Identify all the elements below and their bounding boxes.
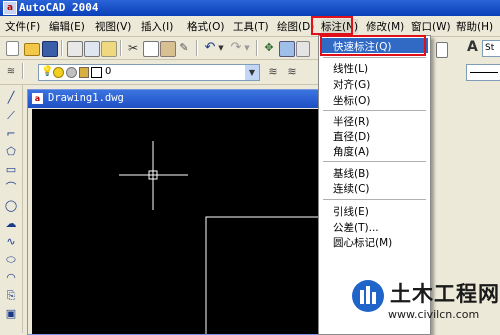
menu-format[interactable]: 格式(O) — [187, 19, 224, 34]
zoom-icon[interactable] — [279, 41, 295, 57]
document-title: Drawing1.dwg — [48, 92, 124, 104]
copy-icon[interactable] — [143, 41, 159, 57]
menu-insert[interactable]: 插入(I) — [141, 19, 173, 34]
canvas-graphics — [119, 141, 329, 334]
menu-separator — [323, 57, 426, 58]
watermark-brand: 土木工程网 — [390, 282, 500, 306]
text-style-icon[interactable]: A — [467, 39, 478, 55]
menu-help[interactable]: 帮助(H) — [456, 19, 493, 34]
menu-item-baseline[interactable]: 基线(B) — [333, 166, 369, 181]
lock-icon — [79, 67, 89, 78]
menu-item-ordinate[interactable]: 坐标(O) — [333, 93, 370, 108]
viewport-freeze-icon — [66, 67, 77, 78]
drawing-window: a Drawing1.dwg — [27, 89, 332, 335]
menu-item-center-mark[interactable]: 圆心标记(M) — [333, 235, 392, 250]
drawing-canvas[interactable] — [32, 109, 329, 334]
revision-cloud-icon[interactable]: ☁ — [4, 217, 18, 231]
linetype-dropdown[interactable] — [466, 64, 500, 81]
menu-window[interactable]: 窗口(W) — [411, 19, 451, 34]
menu-view[interactable]: 视图(V) — [95, 19, 131, 34]
menu-separator — [323, 161, 426, 162]
menu-item-continue[interactable]: 连续(C) — [333, 181, 370, 196]
ellipse-arc-icon[interactable]: ◠ — [4, 271, 18, 285]
drawing-file-icon[interactable]: a — [32, 93, 43, 104]
app-title: AutoCAD 2004 — [19, 1, 99, 14]
current-layer-name: 0 — [105, 66, 112, 77]
circle-icon[interactable]: ◯ — [4, 199, 18, 213]
redo-dropdown-icon[interactable]: ▼ — [243, 41, 251, 55]
toolbar-separator — [120, 40, 122, 56]
polygon-icon[interactable]: ⬠ — [4, 145, 18, 159]
publish-icon[interactable] — [101, 41, 117, 57]
menu-bar: 文件(F) 编辑(E) 视图(V) 插入(I) 格式(O) 工具(T) 绘图(D… — [0, 16, 500, 37]
menu-item-leader[interactable]: 引线(E) — [333, 204, 369, 219]
construction-line-icon[interactable]: ⟋ — [4, 109, 18, 123]
linetype-sample — [470, 72, 498, 73]
autocad-logo-icon[interactable]: a — [3, 1, 17, 15]
menu-tools[interactable]: 工具(T) — [233, 19, 269, 34]
text-style-dropdown[interactable]: St — [482, 40, 500, 57]
spline-icon[interactable]: ∿ — [4, 235, 18, 249]
save-icon[interactable] — [42, 41, 58, 57]
ellipse-icon[interactable]: ⬭ — [4, 253, 18, 267]
layer-control-dropdown[interactable]: 💡 0 ▼ — [38, 64, 260, 81]
menu-item-tolerance[interactable]: 公差(T)... — [333, 220, 379, 235]
draw-toolbar: ╱ ⟋ ⌐ ⬠ ▭ ⌒ ◯ ☁ ∿ ⬭ ◠ ⎘ ▣ — [0, 85, 23, 333]
undo-dropdown-icon[interactable]: ▼ — [217, 41, 225, 55]
app-title-bar: a AutoCAD 2004 — [0, 0, 500, 16]
make-block-icon[interactable]: ▣ — [4, 307, 18, 321]
make-layer-current-icon[interactable]: ≋ — [266, 65, 280, 79]
print-icon[interactable] — [67, 41, 83, 57]
chevron-down-icon[interactable]: ▼ — [245, 65, 259, 80]
menu-item-aligned[interactable]: 对齐(G) — [333, 77, 370, 92]
layer-previous-icon[interactable]: ≋ — [285, 65, 299, 79]
toolbar-separator — [61, 40, 63, 56]
menu-file[interactable]: 文件(F) — [5, 19, 40, 34]
polyline-icon[interactable]: ⌐ — [4, 127, 18, 141]
layers-manager-icon[interactable]: ≋ — [4, 65, 18, 79]
toolbar-separator — [256, 40, 258, 56]
text-style-value: St — [485, 43, 495, 53]
new-file-icon[interactable] — [6, 41, 19, 56]
redo-icon[interactable]: ↷ — [229, 41, 243, 55]
lightbulb-icon: 💡 — [41, 66, 54, 77]
properties-icon[interactable] — [296, 41, 310, 57]
print-preview-icon[interactable] — [84, 41, 100, 57]
menu-modify[interactable]: 修改(M) — [366, 19, 404, 34]
toolbar-separator — [22, 63, 24, 79]
menu-separator — [323, 199, 426, 200]
menu-edit[interactable]: 编辑(E) — [49, 19, 85, 34]
line-icon[interactable]: ╱ — [4, 91, 18, 105]
pan-icon[interactable]: ✥ — [262, 41, 276, 55]
paste-icon[interactable] — [160, 41, 176, 57]
match-properties-icon[interactable]: ✎ — [177, 41, 191, 55]
layers-scroll-icon[interactable] — [436, 42, 448, 58]
menu-item-angular[interactable]: 角度(A) — [333, 144, 369, 159]
sun-icon — [53, 67, 64, 78]
insert-block-icon[interactable]: ⎘ — [4, 289, 18, 303]
open-folder-icon[interactable] — [24, 43, 40, 56]
annotation-box-menu — [311, 16, 353, 35]
annotation-box-qdim — [320, 35, 426, 56]
menu-item-diameter[interactable]: 直径(D) — [333, 129, 370, 144]
rectangle-icon[interactable]: ▭ — [4, 163, 18, 177]
layer-color-swatch — [91, 67, 102, 78]
menu-item-linear[interactable]: 线性(L) — [333, 61, 368, 76]
drawing-limits-outline — [205, 216, 329, 334]
menu-item-radius[interactable]: 半径(R) — [333, 114, 370, 129]
menu-draw[interactable]: 绘图(D) — [277, 19, 314, 34]
document-title-bar: a Drawing1.dwg — [28, 90, 331, 108]
toolbar-separator — [196, 40, 198, 56]
arc-icon[interactable]: ⌒ — [4, 181, 18, 195]
civilcn-logo-icon — [352, 280, 384, 312]
watermark: 土木工程网 www.civilcn.com — [350, 270, 500, 333]
undo-icon[interactable]: ↶ — [203, 41, 217, 55]
menu-separator — [323, 110, 426, 111]
cut-icon[interactable]: ✂ — [126, 41, 140, 55]
watermark-url: www.civilcn.com — [388, 308, 480, 321]
